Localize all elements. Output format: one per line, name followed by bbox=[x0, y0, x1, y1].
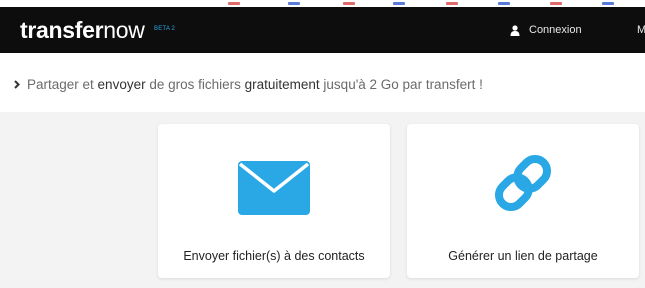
tab-marker bbox=[446, 2, 458, 5]
content-area: Envoyer fichier(s) à des contacts Génére… bbox=[0, 112, 645, 288]
logo-bold: transfer bbox=[20, 17, 104, 43]
tab-marker bbox=[228, 2, 240, 5]
tab-marker bbox=[343, 2, 355, 5]
login-link[interactable]: Connexion bbox=[510, 24, 582, 36]
tagline: Partager et envoyer de gros fichiers gra… bbox=[14, 77, 483, 92]
beta-badge: BETA 2 bbox=[154, 26, 176, 32]
tagline-emphasis: envoyer bbox=[97, 77, 146, 92]
chevron-right-icon bbox=[14, 80, 20, 89]
tab-marker bbox=[393, 2, 405, 5]
browser-tab-strip bbox=[0, 0, 645, 7]
send-to-contacts-card[interactable]: Envoyer fichier(s) à des contacts bbox=[158, 124, 390, 278]
share-link-label: Générer un lien de partage bbox=[448, 249, 598, 263]
tagline-part: de gros fichiers bbox=[145, 77, 245, 92]
tagline-part: Partager et bbox=[27, 77, 98, 92]
envelope-icon bbox=[238, 161, 310, 215]
tab-marker bbox=[498, 2, 510, 5]
user-icon bbox=[510, 24, 520, 36]
tab-marker bbox=[602, 2, 614, 5]
transfernow-logo[interactable]: transfernow bbox=[20, 17, 145, 44]
logo-light: now bbox=[103, 17, 145, 43]
tab-marker bbox=[288, 2, 300, 5]
share-link-card[interactable]: Générer un lien de partage bbox=[407, 124, 639, 278]
tagline-part: jusqu'à 2 Go par transfert ! bbox=[319, 77, 483, 92]
tagline-emphasis: gratuitement bbox=[244, 77, 320, 92]
send-to-contacts-label: Envoyer fichier(s) à des contacts bbox=[183, 249, 365, 263]
link-icon bbox=[494, 154, 552, 212]
menu-item-cut[interactable]: M bbox=[637, 24, 645, 36]
login-label: Connexion bbox=[529, 24, 582, 36]
top-navbar: transfernow BETA 2 Connexion M bbox=[0, 7, 645, 53]
tab-marker bbox=[550, 2, 562, 5]
